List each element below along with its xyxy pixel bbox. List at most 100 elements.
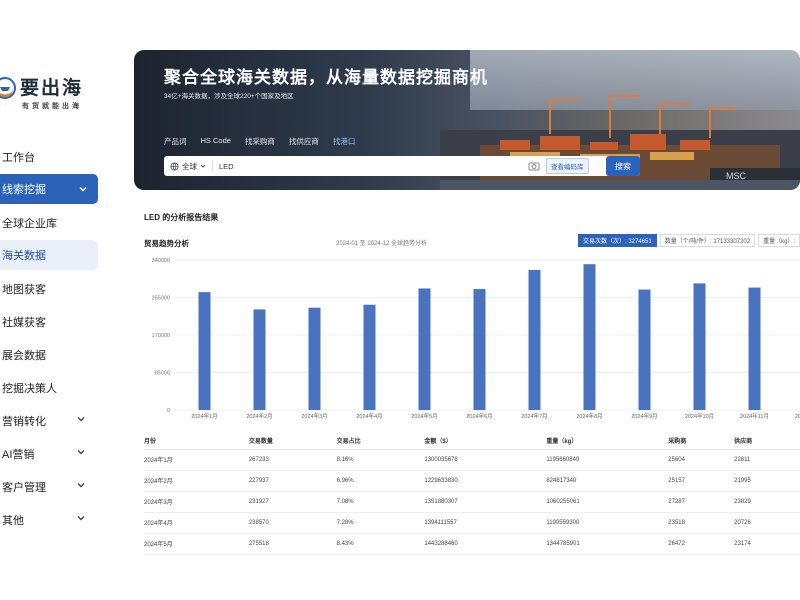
metric-tab-0[interactable]: 交易次数（次）: 3274651 [578, 234, 657, 247]
search-tab-3[interactable]: 找供应商 [289, 136, 319, 147]
table-row[interactable]: 2024年1月 267233 8.16% 1300035678 1195660849 25… [144, 449, 800, 471]
table-cell: 22811 [734, 449, 800, 471]
column-header[interactable]: 重量（kg） [546, 433, 669, 450]
sidebar-item-label: 地图获客 [2, 283, 46, 296]
x-tick-label: 2024年11月 [740, 412, 769, 420]
bar [363, 304, 376, 410]
metric-tab-1[interactable]: 数量（个/吨/件）: 17133307202 [659, 234, 756, 247]
search-tab-4[interactable]: 找港口 [333, 136, 356, 147]
sidebar-item-4[interactable]: 地图获客 [0, 272, 108, 305]
chevron-down-icon [77, 417, 85, 422]
sidebar-item-3[interactable]: 海关数据 [0, 240, 98, 270]
table-header-row: 月份 交易数量 交易占比 金额（$） 重量（kg） 采购商 供应商 [144, 433, 800, 450]
sidebar-item-8[interactable]: 营销转化 [0, 404, 108, 437]
x-tick-label: 2024年9月 [631, 412, 657, 420]
image-search-icon[interactable] [528, 160, 540, 172]
brand-subtitle: 有货就能出海 [22, 103, 82, 110]
column-header[interactable]: 金额（$） [424, 433, 547, 450]
table-cell: 25157 [668, 470, 735, 492]
sidebar-item-7[interactable]: 挖掘决策人 [0, 371, 108, 404]
table-row[interactable]: 2024年3月 231927 7.08% 1351880307 1060255061 27… [144, 491, 800, 513]
sidebar-item-6[interactable]: 展会数据 [0, 338, 108, 371]
y-tick-label: 255000 [152, 296, 170, 302]
search-tab-2[interactable]: 找采购商 [245, 136, 275, 147]
sidebar-item-label: 线索挖掘 [2, 184, 46, 196]
bar [473, 289, 486, 410]
search-type-tabs: 产品词 HS Code 找采购商 找供应商 找港口 [164, 136, 369, 147]
brand-logo[interactable]: 要出海 有货就能出海 [0, 70, 108, 120]
sidebar: 要出海 有货就能出海 工作台线索挖掘全球企业库海关数据地图获客社媒获客展会数据挖… [0, 0, 108, 600]
table-cell: 1443288460 [424, 533, 547, 555]
bar [693, 283, 706, 410]
table-cell: 20726 [734, 512, 800, 534]
code-library-button[interactable]: 查看编码库 [546, 158, 589, 174]
search-scope-select[interactable]: 全球 [164, 160, 213, 172]
sidebar-item-1[interactable]: 线索挖掘 [0, 174, 98, 204]
x-tick-label: 2024年3月 [301, 412, 327, 420]
sidebar-item-label: 营销转化 [2, 415, 46, 428]
table-cell: 824817340 [546, 470, 669, 492]
column-header[interactable]: 供应商 [734, 433, 800, 450]
table-cell: 2024年2月 [144, 470, 249, 492]
sidebar-item-label: 展会数据 [2, 349, 46, 362]
trend-range: 2024-01 至 2024-12 全球趋势分析 [336, 241, 428, 247]
report-title: LED 的分析报告结果 [144, 213, 219, 222]
table-row[interactable]: 2024年2月 227937 6.96% 1229633830 824817340 251… [144, 470, 800, 492]
chevron-down-icon [77, 483, 85, 488]
table-row[interactable]: 2024年5月 275518 8.43% 1443288460 1344785901 26… [144, 533, 800, 555]
table-cell: 25604 [668, 449, 735, 471]
trend-metric-tabs: 交易次数（次）: 3274651 数量（个/吨/件）: 17133307202 重量… [578, 234, 800, 247]
sidebar-item-label: 全球企业库 [2, 217, 57, 230]
table-cell: 8.43% [336, 533, 425, 555]
table-row[interactable]: 2024年4月 238570 7.28% 1394111557 1190559300 23… [144, 512, 800, 534]
brand-title: 要出海 [20, 77, 84, 99]
sidebar-nav: 工作台线索挖掘全球企业库海关数据地图获客社媒获客展会数据挖掘决策人营销转化 AI营… [0, 140, 108, 536]
table-cell: 2024年4月 [144, 512, 249, 534]
main-content: MSC 聚合全球海关数据，从海量数据挖掘商机 34亿+海关数据，涉及全球220+… [134, 50, 800, 555]
chevron-down-icon [77, 450, 85, 455]
column-header[interactable]: 交易数量 [248, 433, 337, 450]
table-cell: 1195660849 [546, 449, 669, 471]
sidebar-item-10[interactable]: 客户管理 [0, 470, 108, 503]
search-button[interactable]: 搜索 [606, 156, 640, 176]
table-cell: 267233 [248, 449, 337, 471]
sidebar-item-label: 海关数据 [2, 250, 46, 262]
search-tab-1[interactable]: HS Code [201, 136, 231, 147]
table-cell: 21995 [734, 470, 800, 492]
x-tick-label: 2024年2月 [246, 412, 272, 420]
column-header[interactable]: 月份 [144, 433, 249, 450]
sidebar-item-label: AI营销 [2, 448, 35, 461]
sidebar-item-2[interactable]: 全球企业库 [0, 206, 108, 239]
sidebar-item-11[interactable]: 其他 [0, 503, 108, 536]
table-cell: 227937 [248, 470, 337, 492]
sidebar-item-label: 客户管理 [2, 481, 46, 494]
sidebar-item-0[interactable]: 工作台 [0, 140, 108, 173]
metric-tab-2[interactable]: 重量（kg）: [758, 234, 800, 247]
column-header[interactable]: 采购商 [668, 433, 735, 450]
search-tab-0[interactable]: 产品词 [164, 136, 187, 147]
table-cell: 27287 [668, 491, 735, 513]
table-cell: 1229633830 [424, 470, 547, 492]
monthly-data-table: 月份 交易数量 交易占比 金额（$） 重量（kg） 采购商 供应商 2024年1月 26723… [144, 433, 800, 555]
table-cell: 1060255061 [546, 491, 669, 513]
table-cell: 2024年1月 [144, 449, 249, 471]
sidebar-item-5[interactable]: 社媒获客 [0, 305, 108, 338]
table-cell: 23829 [734, 491, 800, 513]
table-cell: 231927 [248, 491, 337, 513]
y-tick-label: 85000 [155, 371, 170, 377]
table-cell: 1351880307 [424, 491, 547, 513]
svg-text:MSC: MSC [726, 171, 747, 181]
column-header[interactable]: 交易占比 [336, 433, 425, 450]
search-input[interactable] [213, 157, 528, 175]
table-cell: 6.96% [336, 470, 425, 492]
table-cell: 7.28% [336, 512, 425, 534]
x-tick-label: 2024年12月 [795, 412, 800, 420]
y-tick-label: 0 [167, 408, 170, 414]
bar [638, 289, 651, 410]
x-tick-label: 2024年7月 [521, 412, 547, 420]
hero-title: 聚合全球海关数据，从海量数据挖掘商机 [164, 68, 488, 87]
x-tick-label: 2024年5月 [411, 412, 437, 420]
table-cell: 23518 [668, 512, 735, 534]
table-cell: 8.16% [336, 449, 425, 471]
sidebar-item-9[interactable]: AI营销 [0, 437, 108, 470]
